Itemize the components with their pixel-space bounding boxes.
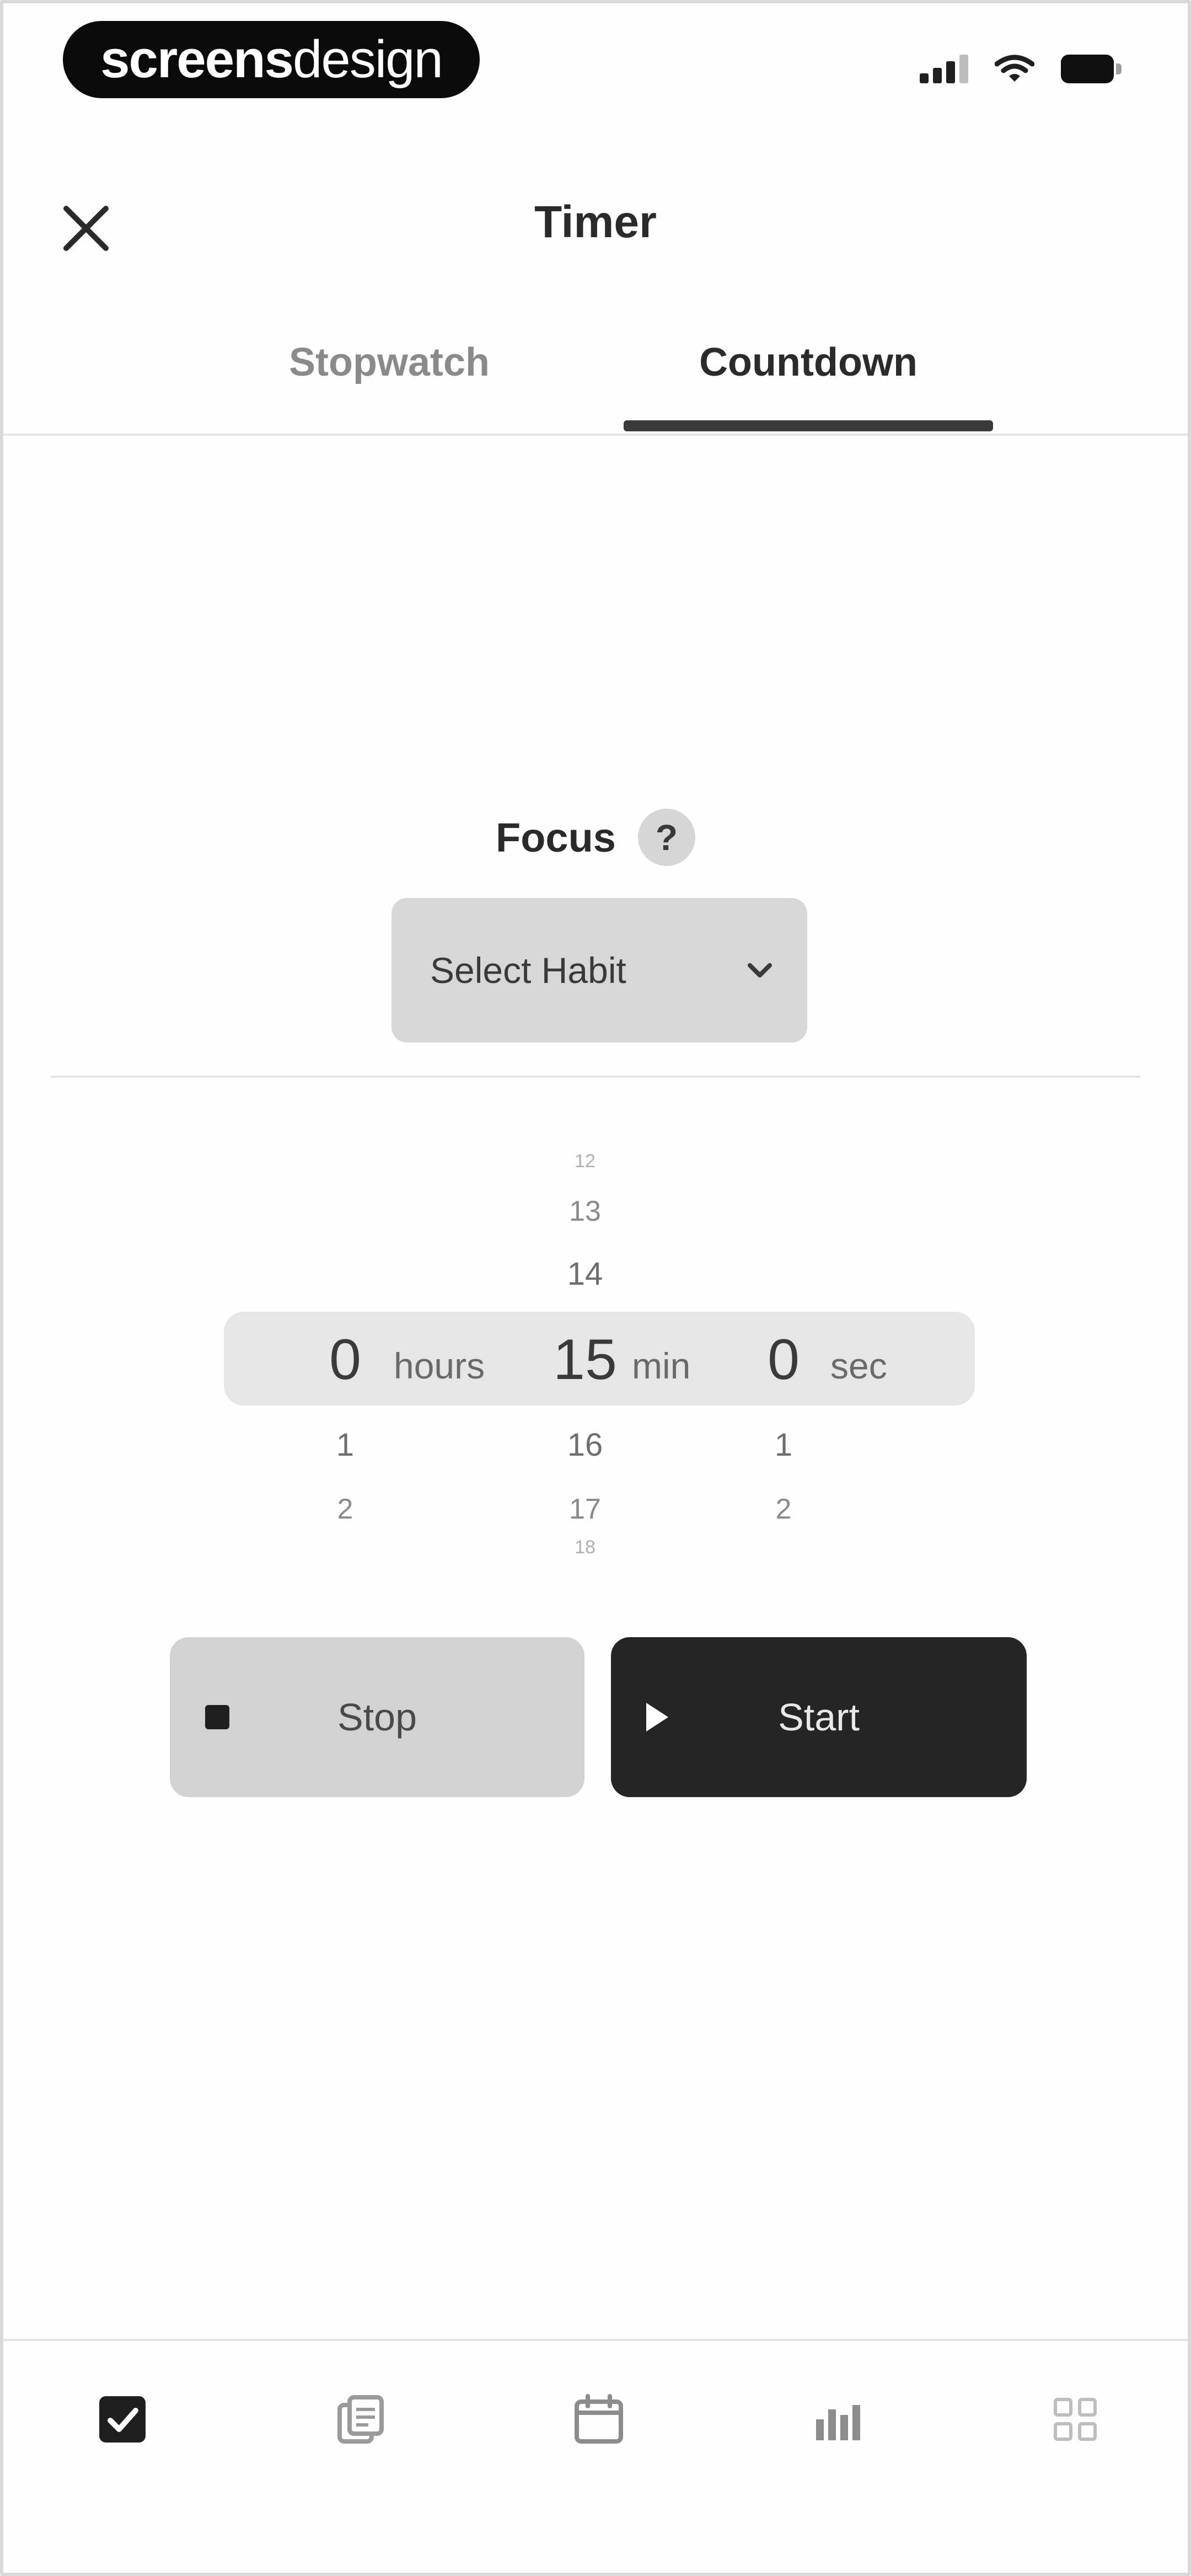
seconds-option[interactable]: 1 [739, 1426, 828, 1463]
bottom-nav-divider [3, 2339, 1188, 2341]
minutes-option[interactable]: 17 [541, 1493, 629, 1526]
chevron-down-icon [748, 963, 772, 977]
page-title: Timer [534, 197, 657, 247]
brand-text-design: design [293, 30, 443, 89]
seconds-unit-label: sec [830, 1345, 887, 1386]
hours-unit-label: hours [394, 1345, 485, 1386]
stop-button-label: Stop [337, 1696, 417, 1739]
focus-row: Focus ? [3, 809, 1188, 866]
nav-item-calendar[interactable] [560, 2381, 637, 2458]
stats-icon [816, 2405, 860, 2440]
minutes-selected-value[interactable]: 15 [541, 1327, 629, 1393]
minutes-option[interactable]: 14 [541, 1255, 629, 1292]
minutes-option[interactable]: 12 [541, 1151, 629, 1172]
active-tab-indicator [624, 420, 993, 431]
tab-stopwatch[interactable]: Stopwatch [251, 340, 527, 385]
minutes-unit-label: min [632, 1345, 691, 1386]
hours-option[interactable]: 1 [301, 1426, 389, 1463]
hours-option[interactable]: 2 [301, 1493, 389, 1526]
hours-selected-value[interactable]: 0 [301, 1327, 389, 1393]
tab-countdown[interactable]: Countdown [624, 340, 993, 385]
start-button[interactable]: Start [611, 1637, 1027, 1797]
nav-item-more[interactable] [1037, 2381, 1114, 2458]
wifi-icon [995, 55, 1034, 82]
nav-item-notes[interactable] [322, 2381, 399, 2458]
brand-badge: screens design [63, 21, 480, 98]
section-divider [51, 1076, 1140, 1078]
minutes-option[interactable]: 18 [541, 1537, 629, 1558]
tab-bar-divider [3, 434, 1188, 436]
grid-icon [1054, 2398, 1097, 2441]
stop-button[interactable]: Stop [170, 1637, 584, 1797]
help-icon[interactable]: ? [637, 809, 695, 866]
battery-icon [1061, 55, 1122, 83]
status-icons [920, 54, 1122, 84]
minutes-option[interactable]: 16 [541, 1426, 629, 1463]
checkbox-icon [99, 2396, 146, 2443]
signal-icon [920, 55, 968, 83]
focus-label: Focus [496, 814, 616, 861]
play-icon [646, 1703, 668, 1731]
brand-text-screens: screens [100, 30, 294, 89]
app-screen: screensdesign Timer Stopwatch Countdown [0, 0, 1191, 2576]
seconds-option[interactable]: 2 [739, 1493, 828, 1526]
seconds-selected-value[interactable]: 0 [739, 1327, 828, 1393]
nav-item-stats[interactable] [798, 2381, 876, 2458]
select-habit-label: Select Habit [430, 950, 626, 991]
select-habit-dropdown[interactable]: Select Habit [391, 898, 807, 1043]
stop-icon [205, 1705, 229, 1729]
calendar-icon [575, 2394, 623, 2444]
notes-icon [337, 2395, 384, 2444]
start-button-label: Start [778, 1696, 860, 1739]
minutes-option[interactable]: 13 [541, 1195, 629, 1228]
nav-item-habits[interactable] [84, 2381, 161, 2458]
